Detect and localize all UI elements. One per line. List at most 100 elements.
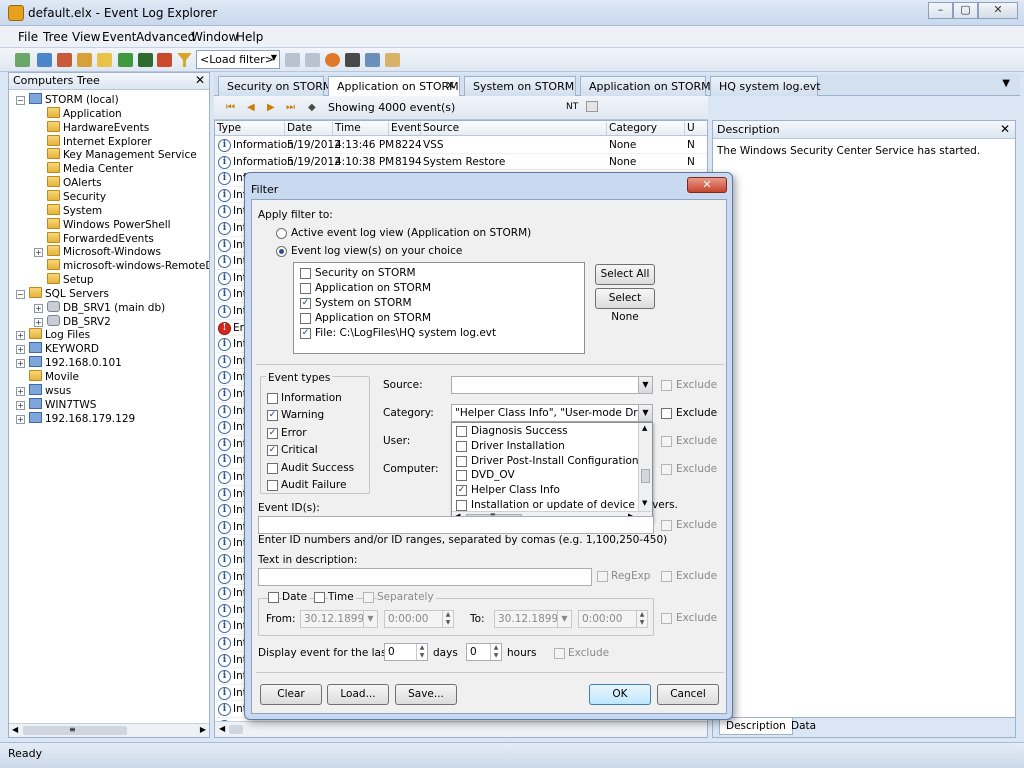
event-type-checkbox[interactable]: ✓ (267, 410, 278, 422)
tab-application-on-storm[interactable]: Application on STORM ✕ (328, 76, 460, 97)
print-icon[interactable] (385, 53, 400, 67)
scroll-left-icon[interactable]: ◀ (219, 724, 225, 733)
tree-node[interactable]: System (47, 203, 102, 218)
load-filter-dropdown[interactable]: <Load filter> ▼ (196, 50, 280, 69)
category-option-checkbox[interactable] (456, 440, 467, 452)
event-type-checkbox[interactable] (267, 480, 278, 491)
category-dropdown[interactable]: "Helper Class Info", "User-mode Driver p… (451, 404, 653, 422)
select-none-button[interactable]: Select None (595, 288, 655, 323)
scroll-right-icon[interactable]: ▶ (200, 725, 206, 734)
expand-icon[interactable]: + (34, 303, 43, 313)
select-all-button[interactable]: Select All (595, 264, 655, 285)
expand-icon[interactable]: + (16, 359, 25, 369)
menu-help[interactable]: Help (236, 30, 263, 44)
tree-node[interactable]: HardwareEvents (47, 120, 149, 135)
tree-node[interactable]: Microsoft-Windows (47, 245, 161, 259)
tree-node[interactable]: KEYWORD (29, 342, 99, 356)
column-category[interactable]: Category (607, 122, 685, 136)
expand-icon[interactable]: + (16, 400, 25, 410)
category-option-checkbox[interactable] (456, 455, 467, 467)
tree-node[interactable]: ForwardedEvents (47, 231, 154, 246)
refresh-icon[interactable] (118, 53, 133, 67)
column-user[interactable]: U (685, 122, 707, 136)
from-time-input[interactable]: 0:00:00 ▲ ▼ (384, 610, 454, 628)
scroll-up-icon[interactable]: ▲ (642, 424, 647, 432)
category-option-checkbox[interactable] (456, 426, 467, 437)
tree-node[interactable]: 192.168.179.129 (29, 411, 135, 426)
hours-input[interactable]: 0 ▲ ▼ (466, 643, 502, 661)
tree-node[interactable]: STORM (local) (29, 93, 119, 107)
properties-icon[interactable] (77, 53, 92, 67)
column-date[interactable]: Date (285, 122, 333, 136)
expand-icon[interactable]: + (16, 386, 25, 396)
menu-advanced[interactable]: Advanced (136, 30, 195, 44)
clear-log-icon[interactable] (157, 53, 172, 67)
tree-node[interactable]: Movile (29, 370, 79, 384)
tree-node[interactable]: 192.168.0.101 (29, 356, 122, 370)
export-icon[interactable] (586, 101, 598, 112)
days-input[interactable]: 0 ▲ ▼ (384, 643, 428, 661)
clear-filter-icon[interactable] (305, 53, 320, 67)
load-events-icon[interactable]: ◆ (308, 102, 316, 113)
tab-hq-system-log[interactable]: HQ system log.evt (710, 76, 821, 96)
menu-window[interactable]: Window (191, 30, 238, 44)
tree-node[interactable]: SQL Servers (29, 286, 109, 301)
tree-node[interactable]: DB_SRV2 (47, 314, 111, 329)
category-exclude-checkbox[interactable] (661, 408, 672, 419)
computer-exclude-checkbox[interactable] (661, 464, 672, 475)
close-button[interactable]: ✕ (978, 2, 1018, 19)
binoculars-icon[interactable] (345, 53, 360, 67)
tab-description[interactable]: Description (719, 718, 793, 735)
expand-icon[interactable]: + (34, 317, 43, 327)
tab-security-on-storm[interactable]: Security on STORM (218, 76, 332, 96)
next-page-icon[interactable]: ▶ (267, 102, 275, 113)
tab-application-on-storm-2[interactable]: Application on STORM (580, 76, 711, 96)
date-checkbox[interactable] (268, 592, 279, 603)
menu-view[interactable]: View (72, 30, 100, 44)
filter-icon[interactable] (177, 53, 192, 67)
add-computer-icon[interactable] (15, 53, 30, 67)
delete-filter-icon[interactable] (285, 53, 300, 67)
regexp-checkbox[interactable] (597, 571, 608, 582)
minimize-button[interactable]: – (928, 2, 953, 19)
close-icon[interactable]: ✕ (446, 79, 455, 92)
menu-event[interactable]: Event (102, 30, 136, 44)
scroll-left-icon[interactable]: ◀ (12, 725, 18, 734)
scroll-down-icon[interactable]: ▼ (642, 499, 647, 507)
date-exclude-checkbox[interactable] (661, 613, 672, 624)
column-type[interactable]: Type (215, 122, 285, 136)
quick-filter-icon[interactable] (325, 53, 340, 67)
clear-button[interactable]: Clear (260, 684, 322, 705)
collapse-icon[interactable]: − (16, 289, 25, 299)
tab-data[interactable]: Data (785, 718, 822, 735)
expand-icon[interactable]: + (16, 345, 25, 355)
open-log-icon[interactable] (37, 53, 52, 67)
category-vertical-scrollbar[interactable]: ▲ ▼ (638, 423, 652, 511)
source-exclude-checkbox[interactable] (661, 380, 672, 391)
time-checkbox[interactable] (314, 592, 325, 603)
last-page-icon[interactable]: ⏭ (286, 102, 295, 113)
tree-node[interactable]: Log Files (29, 328, 90, 342)
load-button[interactable]: Load... (327, 684, 389, 705)
remove-icon[interactable] (57, 53, 72, 67)
event-type-checkbox[interactable] (267, 393, 278, 404)
cancel-button[interactable]: Cancel (657, 684, 719, 705)
find-icon[interactable] (365, 53, 380, 67)
to-time-input[interactable]: 0:00:00 ▲ ▼ (578, 610, 648, 628)
last-exclude-checkbox[interactable] (554, 648, 565, 659)
to-date-input[interactable]: 30.12.1899 ▼ (494, 610, 572, 628)
collapse-icon[interactable]: − (16, 96, 25, 105)
event-ids-exclude-checkbox[interactable] (661, 520, 672, 531)
separately-checkbox[interactable] (363, 592, 374, 603)
event-ids-input[interactable] (258, 516, 654, 534)
tree-node[interactable]: OAlerts (47, 176, 102, 190)
maximize-button[interactable]: ▢ (953, 2, 978, 19)
table-row[interactable]: i Information 5/19/2012 4:13:46 PM 8224 VSS No… (215, 137, 707, 154)
column-event[interactable]: Event (389, 122, 421, 136)
expand-icon[interactable]: + (34, 248, 43, 258)
table-row[interactable]: i Information 5/19/2012 4:10:38 PM 8194 Syste… (215, 154, 707, 171)
ok-button[interactable]: OK (589, 684, 651, 705)
tree-node[interactable]: Media Center (47, 162, 133, 176)
from-date-input[interactable]: 30.12.1899 ▼ (300, 610, 378, 628)
category-option-checkbox[interactable] (456, 470, 467, 482)
